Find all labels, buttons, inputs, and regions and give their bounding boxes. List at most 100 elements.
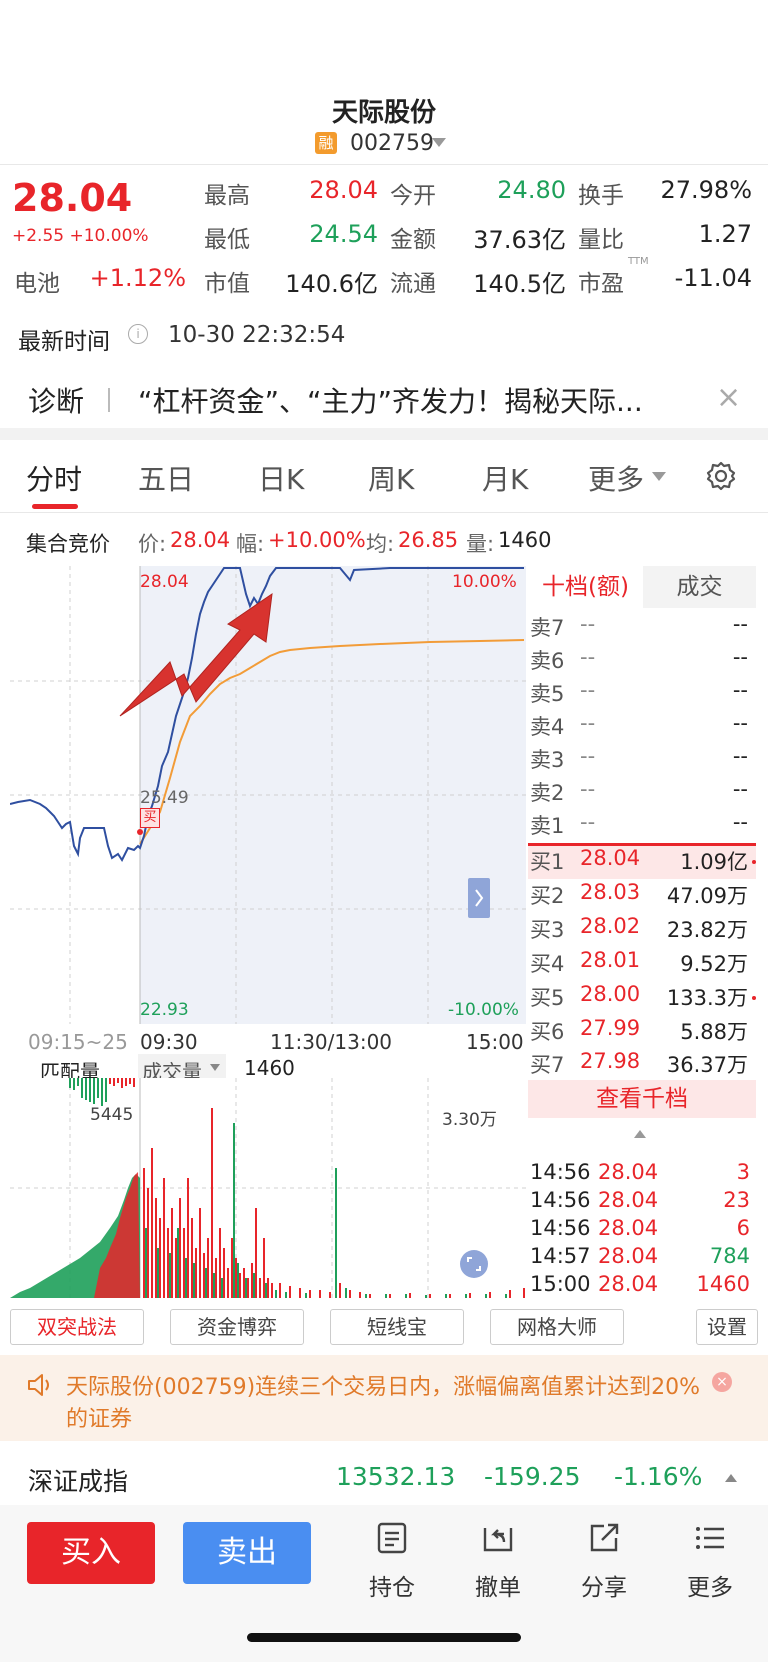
index-pct: -1.16%	[614, 1462, 703, 1491]
x-label-midday: 11:30/13:00	[270, 1030, 393, 1054]
stock-code[interactable]: 002759	[350, 131, 434, 156]
latest-time-label: 最新时间	[18, 329, 110, 355]
info-icon[interactable]: i	[128, 324, 148, 344]
orderbook-buy-row: 买1 28.04 1.09亿	[528, 846, 756, 879]
chevron-up-icon[interactable]	[725, 1474, 737, 1482]
divider	[0, 164, 768, 165]
stat-value: 28.04	[309, 176, 378, 204]
stat-value: 1.27	[698, 220, 752, 248]
intraday-price-chart[interactable]	[10, 566, 526, 1024]
auction-label: 集合竞价	[26, 532, 110, 556]
trade-tick-row: 14:57 28.04 784	[530, 1244, 750, 1268]
chevron-down-icon[interactable]	[210, 1064, 220, 1071]
auction-vol: 1460	[498, 528, 552, 552]
tab-intraday[interactable]: 分时	[26, 458, 82, 498]
orderbook-sell-row: 卖6 -- --	[530, 645, 748, 673]
sell-button[interactable]: 卖出	[183, 1522, 311, 1584]
more-list-icon	[696, 1527, 724, 1549]
nav-holdings[interactable]: 持仓	[352, 1520, 432, 1602]
tool-short-term[interactable]: 短线宝	[330, 1309, 464, 1345]
tab-more[interactable]: 更多	[588, 458, 644, 498]
tool-double-breakout[interactable]: 双突战法	[10, 1309, 144, 1345]
tab-monthly-k[interactable]: 月K	[482, 458, 528, 498]
view-thousand-levels-button[interactable]: 查看千档	[528, 1080, 756, 1118]
battery-value: +1.12%	[89, 264, 186, 292]
volume-value: 1460	[244, 1056, 295, 1080]
stat-label: 今开	[390, 183, 436, 209]
stat-value: 140.6亿	[285, 270, 378, 298]
index-name[interactable]: 深证成指	[28, 1462, 128, 1498]
diagnosis-label[interactable]: 诊断	[28, 380, 84, 420]
buy-signal-badge[interactable]: 买	[140, 808, 160, 828]
fullscreen-button	[460, 1250, 488, 1278]
close-icon[interactable]: ×	[712, 1372, 732, 1392]
orderbook-buy-row: 买7 27.98 36.37万	[530, 1049, 748, 1077]
chevron-down-icon[interactable]	[432, 138, 446, 147]
diagnosis-headline[interactable]: “杠杆资金”、“主力”齐发力！揭秘天际...	[138, 380, 698, 420]
home-indicator[interactable]	[247, 1633, 521, 1642]
buy-point-marker	[137, 829, 143, 835]
orderbook-sell-row: 卖1 -- --	[530, 810, 748, 838]
nav-label: 更多	[687, 1575, 733, 1601]
buy-button[interactable]: 买入	[27, 1522, 155, 1584]
stat-value: -11.04	[674, 264, 752, 292]
nav-more[interactable]: 更多	[670, 1520, 750, 1602]
stat-label: 最低	[204, 227, 250, 253]
volume-right-max: 3.30万	[442, 1110, 497, 1130]
orderbook-buy-row: 买6 27.99 5.88万	[530, 1016, 748, 1044]
x-label-auction: 09:15~25	[28, 1030, 128, 1054]
orderbook-buy-row: 买2 28.03 47.09万	[530, 880, 748, 908]
gear-icon[interactable]	[705, 460, 737, 492]
x-label-open: 09:30	[140, 1030, 198, 1054]
trade-tick-row: 14:56 28.04 23	[530, 1188, 750, 1212]
stat-value: 24.54	[309, 220, 378, 248]
stat-label: 流通	[390, 271, 436, 297]
orderbook-sell-row: 卖3 -- --	[530, 744, 748, 772]
section-band	[0, 428, 768, 440]
tab-ten-level[interactable]: 十档(额)	[528, 566, 643, 608]
stat-value: 37.63亿	[473, 226, 566, 254]
chart-bottom-pct: -10.00%	[448, 1000, 519, 1020]
volume-left-max: 5445	[90, 1105, 134, 1125]
chevron-down-icon[interactable]	[652, 472, 666, 481]
nav-label: 撤单	[475, 1575, 521, 1601]
stat-value: 140.5亿	[473, 270, 566, 298]
tool-grid-master[interactable]: 网格大师	[490, 1309, 624, 1345]
nav-cancel-order[interactable]: 撤单	[458, 1520, 538, 1602]
auction-vol-label: 量:	[466, 532, 495, 556]
close-icon[interactable]: ×	[716, 380, 741, 415]
auction-price: 28.04	[170, 528, 231, 552]
auction-avg-label: 均:	[366, 532, 395, 556]
stat-label: 市值	[204, 271, 250, 297]
holdings-icon	[377, 1522, 407, 1554]
cancel-order-icon	[483, 1528, 513, 1552]
tab-weekly-k[interactable]: 周K	[368, 458, 414, 498]
tab-active-indicator	[32, 504, 78, 509]
tool-settings[interactable]: 设置	[696, 1309, 758, 1345]
stat-value: 27.98%	[660, 176, 752, 204]
tool-fund-game[interactable]: 资金博弈	[170, 1309, 304, 1345]
tab-five-day[interactable]: 五日	[138, 458, 194, 498]
stat-label: 金额	[390, 227, 436, 253]
chart-top-price: 28.04	[140, 572, 189, 592]
stat-label: 换手	[578, 183, 624, 209]
nav-share[interactable]: 分享	[564, 1520, 644, 1602]
nav-label: 持仓	[369, 1575, 415, 1601]
orderbook-sell-row: 卖7 -- --	[530, 612, 748, 640]
trade-tick-row: 15:00 28.04 1460	[530, 1272, 750, 1296]
tab-trades[interactable]: 成交	[643, 566, 756, 608]
notice-text[interactable]: 天际股份(002759)连续三个交易日内，涨幅偏离值累计达到20%的证券	[66, 1372, 706, 1436]
auction-pct: +10.00%	[268, 528, 366, 552]
speaker-icon	[28, 1374, 49, 1396]
stat-value: 24.80	[497, 176, 566, 204]
orderbook-buy-row: 买5 28.00 133.3万	[528, 982, 756, 1015]
chevron-up-icon[interactable]	[634, 1130, 646, 1138]
stat-label: 市盈	[578, 271, 624, 297]
stat-label: 量比	[578, 227, 624, 253]
auction-pct-label: 幅:	[236, 532, 265, 556]
stat-label: 最高	[204, 183, 250, 209]
tab-daily-k[interactable]: 日K	[258, 458, 304, 498]
x-label-close: 15:00	[466, 1030, 524, 1054]
chart-mid-price: 25.49	[140, 788, 189, 808]
auction-avg: 26.85	[398, 528, 459, 552]
